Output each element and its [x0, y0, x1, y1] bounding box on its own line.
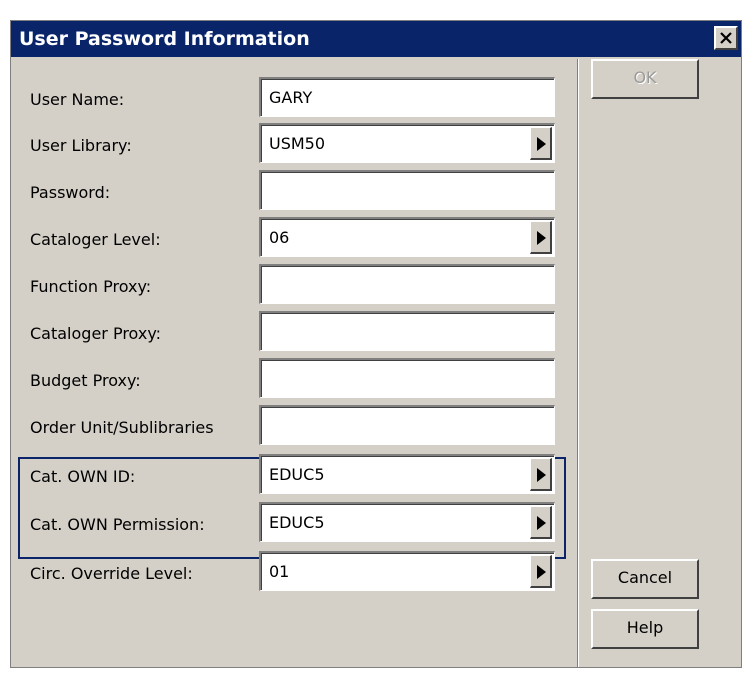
budget-proxy-label: Budget Proxy:: [30, 371, 141, 390]
cat-own-permission-label: Cat. OWN Permission:: [30, 515, 205, 534]
circ-override-level-label: Circ. Override Level:: [30, 564, 193, 583]
user-name-input[interactable]: GARY: [259, 77, 555, 117]
cat-own-id-input[interactable]: EDUC5: [259, 454, 555, 494]
user-password-dialog: User Password Information User Name: GAR…: [10, 20, 742, 668]
user-name-value: GARY: [269, 88, 313, 107]
vertical-separator: [577, 59, 579, 667]
cat-own-id-value: EDUC5: [269, 465, 325, 484]
user-library-dropdown-button[interactable]: [530, 127, 552, 160]
user-library-input[interactable]: USM50: [259, 123, 555, 163]
password-label: Password:: [30, 183, 111, 202]
order-unit-label: Order Unit/Sublibraries: [30, 418, 214, 437]
circ-override-level-value: 01: [269, 562, 290, 581]
help-button[interactable]: Help: [591, 609, 699, 649]
cat-own-id-label: Cat. OWN ID:: [30, 467, 136, 486]
user-library-value: USM50: [269, 134, 326, 153]
function-proxy-input[interactable]: [259, 264, 555, 304]
cancel-button[interactable]: Cancel: [591, 559, 699, 599]
title-bar: User Password Information: [11, 21, 741, 57]
cataloger-level-label: Cataloger Level:: [30, 230, 161, 249]
cataloger-proxy-input[interactable]: [259, 311, 555, 351]
cat-own-id-dropdown-button[interactable]: [530, 458, 552, 491]
password-input[interactable]: [259, 170, 555, 210]
window-title: User Password Information: [19, 28, 310, 50]
budget-proxy-input[interactable]: [259, 358, 555, 398]
ok-button[interactable]: OK: [591, 59, 699, 99]
cataloger-level-value: 06: [269, 228, 290, 247]
cataloger-level-input[interactable]: 06: [259, 217, 555, 257]
cataloger-proxy-label: Cataloger Proxy:: [30, 324, 162, 343]
cat-own-permission-input[interactable]: EDUC5: [259, 502, 555, 542]
cat-own-permission-value: EDUC5: [269, 513, 325, 532]
function-proxy-label: Function Proxy:: [30, 277, 152, 296]
circ-override-level-dropdown-button[interactable]: [530, 555, 552, 588]
circ-override-level-input[interactable]: 01: [259, 551, 555, 591]
close-button[interactable]: [714, 26, 738, 50]
user-library-label: User Library:: [30, 136, 132, 155]
user-name-label: User Name:: [30, 90, 125, 109]
order-unit-input[interactable]: [259, 405, 555, 445]
cat-own-permission-dropdown-button[interactable]: [530, 506, 552, 539]
cataloger-level-dropdown-button[interactable]: [530, 221, 552, 254]
